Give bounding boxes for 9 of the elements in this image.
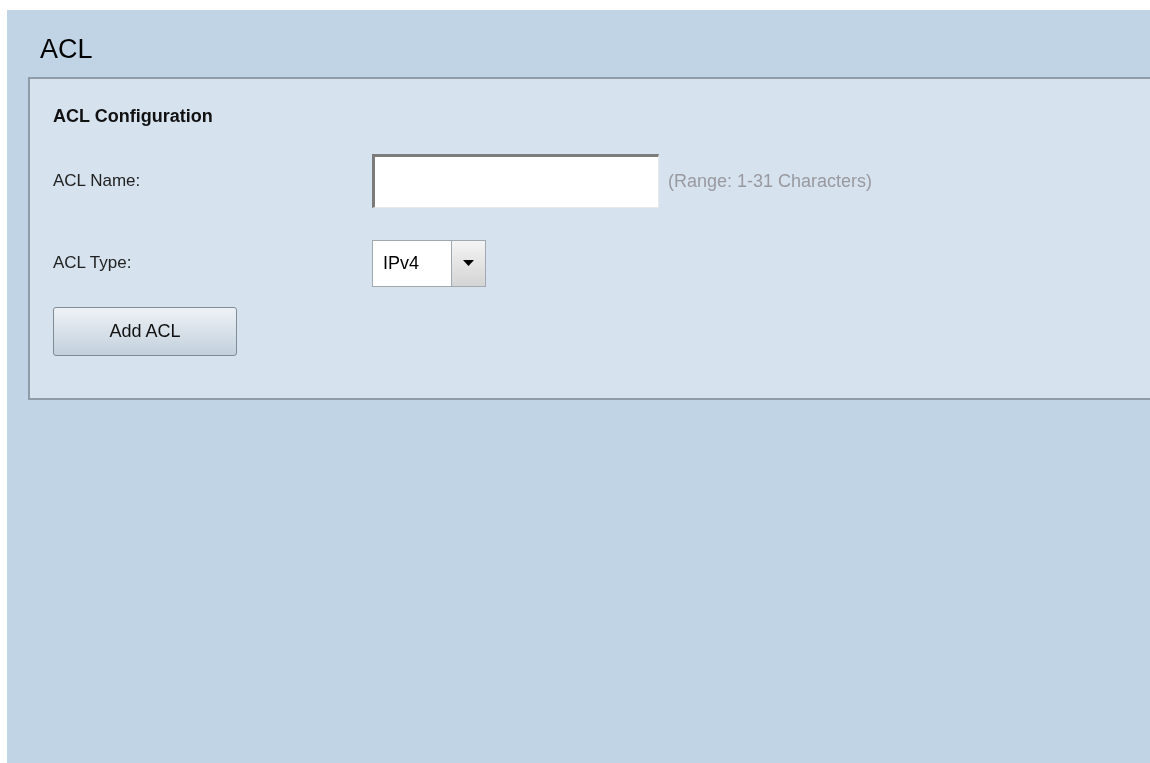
range-hint: (Range: 1-31 Characters): [668, 170, 873, 192]
name-input-field[interactable]: [372, 154, 659, 208]
type-dropdown[interactable]: IPv4: [372, 239, 486, 287]
page-title: ACL: [39, 33, 94, 66]
field-label: ACL Name:: [53, 171, 142, 191]
panel-title: ACL Configuration: [53, 106, 213, 127]
caret-icon: [463, 260, 474, 266]
field-label: ACL Type:: [53, 253, 133, 273]
add-button[interactable]: Add ACL: [53, 307, 237, 356]
